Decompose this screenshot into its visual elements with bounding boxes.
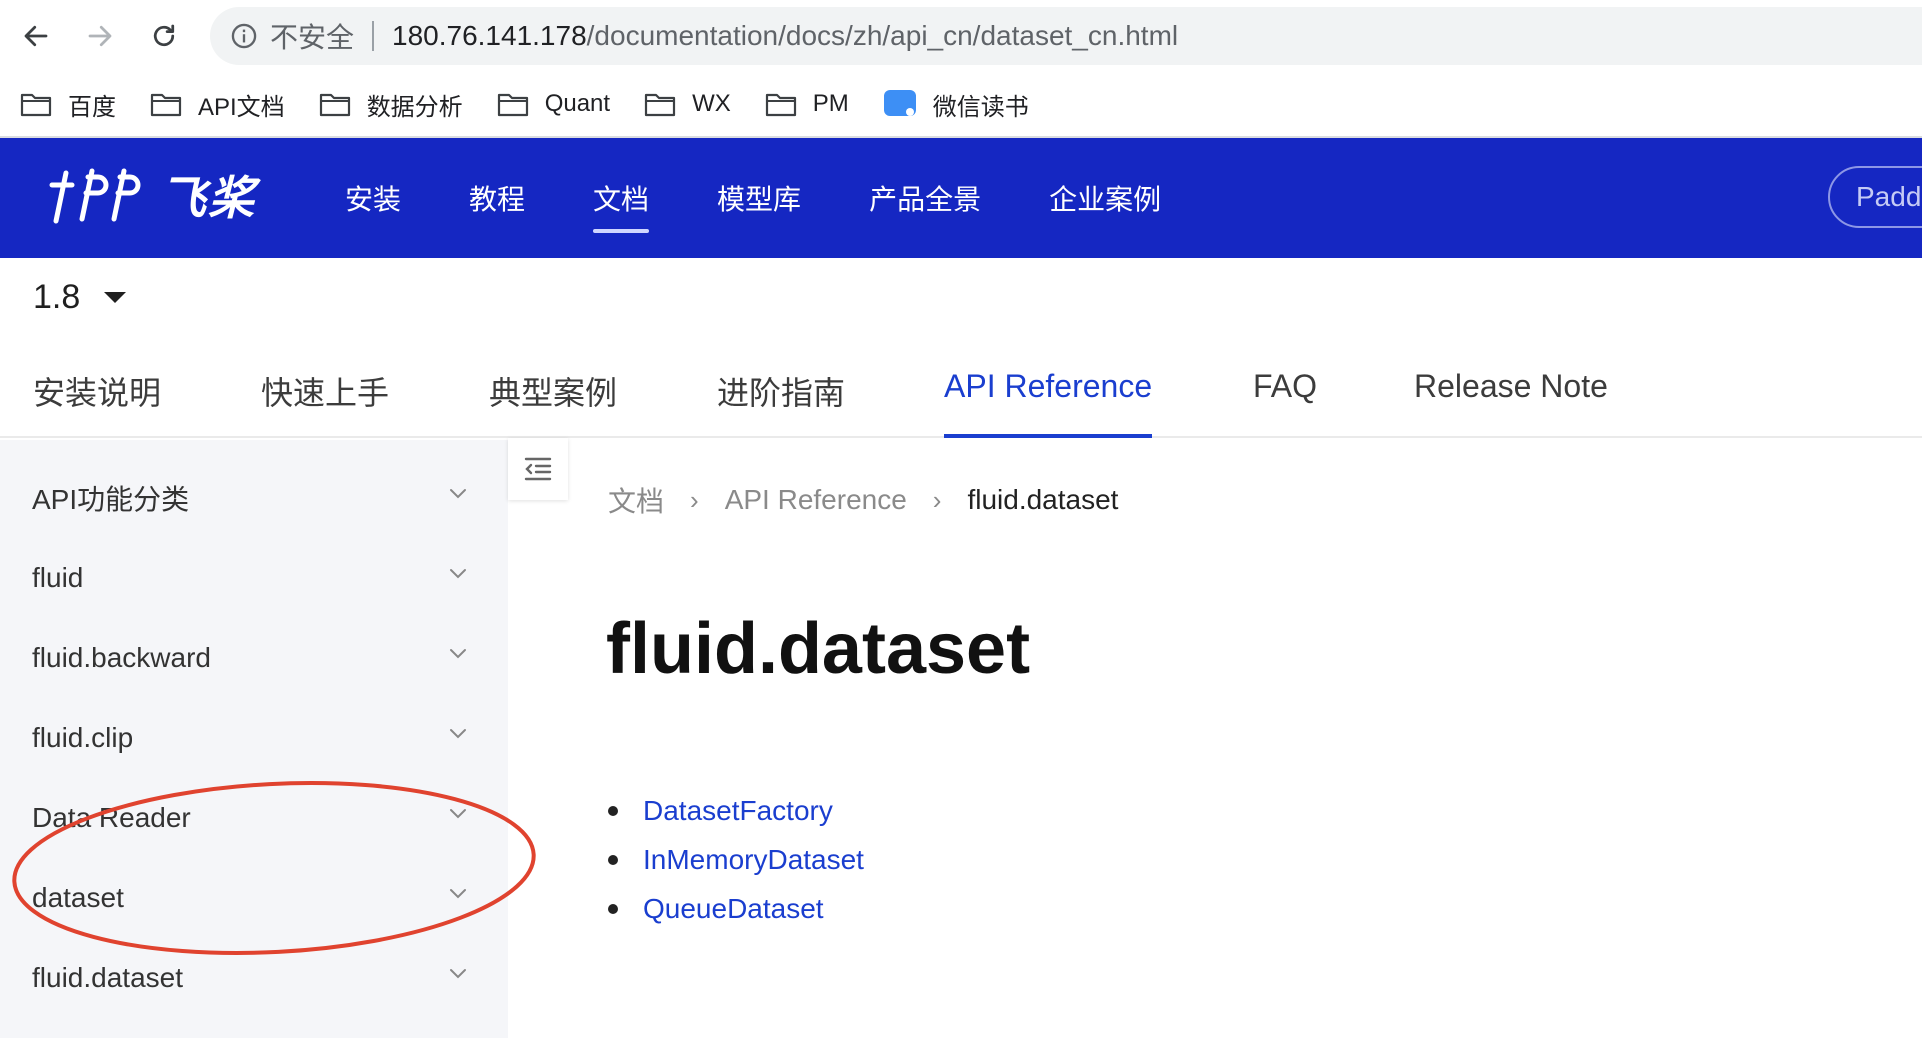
bookmark-label: 百度: [68, 93, 116, 121]
url-path[interactable]: /documentation/docs/zh/api_cn/dataset_cn…: [587, 20, 1178, 52]
reload-icon: [153, 24, 175, 47]
sidebar-item-label: API功能分类: [32, 484, 190, 515]
bookmark-quant[interactable]: Quant: [497, 90, 610, 118]
breadcrumb: 文档 › API Reference › fluid.dataset: [608, 480, 1118, 520]
api-link-list: DatasetFactory InMemoryDataset QueueData…: [608, 786, 864, 933]
sidebar-item-fluid-dataset[interactable]: fluid.dataset: [0, 938, 508, 1018]
forward-arrow-icon: [88, 25, 112, 47]
nav-products[interactable]: 产品全景: [869, 138, 981, 258]
sidebar-item-dataset[interactable]: dataset: [0, 858, 508, 938]
back-arrow-icon: [24, 25, 48, 47]
site-header: 飞桨 安装 教程 文档 模型库 产品全景 企业案例 Padd: [0, 138, 1922, 258]
tab-examples[interactable]: 典型案例: [489, 368, 617, 438]
version-select[interactable]: 1.8: [33, 278, 127, 317]
bookmark-data-analysis[interactable]: 数据分析: [319, 87, 463, 122]
chevron-down-icon: [450, 729, 466, 739]
sidebar-item-data-reader[interactable]: Data Reader: [0, 778, 508, 858]
main-nav: 安装 教程 文档 模型库 产品全景 企业案例: [345, 138, 1229, 258]
sidebar-item-label: fluid.backward: [32, 642, 211, 673]
sidebar-item-label: fluid.dataset: [32, 962, 183, 993]
chevron-down-icon: [450, 489, 466, 499]
url-host[interactable]: 180.76.141.178: [392, 20, 587, 52]
chevron-down-icon: [450, 649, 466, 659]
browser-toolbar: 不安全 180.76.141.178/documentation/docs/zh…: [0, 0, 1922, 72]
sidebar-item-label: Data Reader: [32, 802, 191, 833]
address-divider: [372, 21, 375, 51]
sidebar-item-label: fluid.clip: [32, 722, 134, 753]
chevron-down-icon: [450, 889, 466, 899]
paddle-logo[interactable]: 飞桨: [48, 162, 256, 228]
link-queue-dataset[interactable]: QueueDataset: [643, 893, 824, 925]
bookmark-label: Quant: [544, 90, 611, 117]
list-item: InMemoryDataset: [608, 835, 864, 884]
reload-button[interactable]: [144, 16, 184, 56]
sidebar-item-fluid-backward[interactable]: fluid.backward: [0, 618, 508, 698]
bookmark-api-docs[interactable]: API文档: [150, 87, 285, 122]
list-item: QueueDataset: [608, 884, 864, 933]
nav-install[interactable]: 安装: [345, 138, 401, 258]
tab-api-reference[interactable]: API Reference: [944, 368, 1153, 438]
sidebar-item-fluid-clip[interactable]: fluid.clip: [0, 698, 508, 778]
api-sidebar: API功能分类 fluid fluid.backward fluid.clip …: [0, 440, 508, 1038]
bookmark-weread[interactable]: 微信读书: [883, 87, 1029, 122]
bullet-icon: [608, 903, 618, 914]
folder-icon: [20, 93, 52, 117]
tab-release-note[interactable]: Release Note: [1414, 368, 1608, 438]
tab-advanced-guide[interactable]: 进阶指南: [717, 368, 845, 438]
forward-button[interactable]: [80, 16, 120, 56]
sidebar-item-label: fluid: [32, 562, 84, 593]
bookmark-pm[interactable]: PM: [765, 90, 849, 118]
bookmarks-bar: 百度 API文档 数据分析 Quant WX PM 微信读书: [0, 82, 1922, 126]
folder-icon: [319, 93, 350, 117]
nav-model-library[interactable]: 模型库: [717, 138, 801, 258]
list-item: DatasetFactory: [608, 786, 864, 835]
bookmark-label: PM: [812, 90, 849, 117]
bookmark-label: WX: [692, 90, 731, 117]
bullet-icon: [608, 854, 618, 865]
chevron-down-icon: [450, 809, 466, 819]
breadcrumb-api-reference[interactable]: API Reference: [725, 484, 907, 516]
nav-docs[interactable]: 文档: [593, 138, 650, 258]
bookmark-label: API文档: [198, 93, 285, 121]
version-value: 1.8: [33, 278, 81, 316]
address-bar[interactable]: 不安全 180.76.141.178/documentation/docs/zh…: [210, 7, 1922, 65]
sidebar-collapse-button[interactable]: [508, 438, 568, 500]
paddle-logo-icon: [49, 168, 141, 224]
folder-icon: [497, 93, 528, 117]
tab-install-guide[interactable]: 安装说明: [33, 368, 161, 438]
sidebar-item-fluid[interactable]: fluid: [0, 538, 508, 618]
link-dataset-factory[interactable]: DatasetFactory: [643, 795, 833, 827]
chevron-right-icon: ›: [690, 484, 699, 515]
logo-text: 飞桨: [160, 172, 256, 224]
weread-icon: [883, 90, 916, 116]
chevron-down-icon: [450, 969, 466, 979]
bookmark-label: 微信读书: [932, 93, 1029, 121]
caret-down-icon: [104, 292, 127, 303]
header-search-button[interactable]: Padd: [1828, 166, 1922, 228]
sidebar-item-label: dataset: [32, 882, 124, 913]
folder-icon: [150, 93, 182, 117]
bookmark-baidu[interactable]: 百度: [20, 87, 116, 122]
tab-quick-start[interactable]: 快速上手: [261, 368, 389, 438]
menu-fold-icon: [524, 457, 552, 481]
back-button[interactable]: [16, 16, 56, 56]
folder-icon: [644, 93, 676, 117]
breadcrumb-current: fluid.dataset: [967, 484, 1119, 515]
nav-cases[interactable]: 企业案例: [1049, 138, 1161, 258]
chevron-down-icon: [450, 569, 466, 579]
page-title: fluid.dataset: [606, 609, 1031, 689]
breadcrumb-docs[interactable]: 文档: [608, 480, 664, 520]
sidebar-item-api-categories[interactable]: API功能分类: [0, 458, 508, 538]
tab-faq[interactable]: FAQ: [1253, 368, 1317, 438]
folder-icon: [765, 93, 796, 117]
bookmark-wx[interactable]: WX: [644, 90, 731, 118]
bookmark-label: 数据分析: [366, 93, 463, 121]
bullet-icon: [608, 805, 618, 816]
info-icon[interactable]: [230, 22, 258, 50]
nav-tutorial[interactable]: 教程: [469, 138, 525, 258]
security-label[interactable]: 不安全: [270, 16, 354, 56]
chevron-right-icon: ›: [932, 484, 942, 515]
link-in-memory-dataset[interactable]: InMemoryDataset: [643, 844, 864, 876]
doc-tabs: 安装说明 快速上手 典型案例 进阶指南 API Reference FAQ Re…: [0, 350, 1922, 438]
